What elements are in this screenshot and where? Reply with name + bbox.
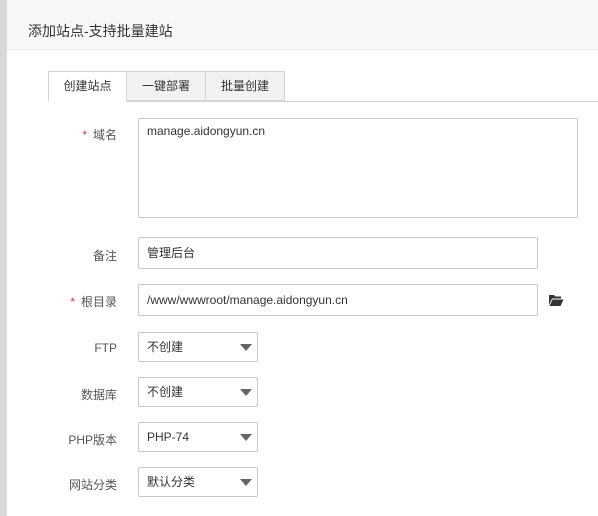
ftp-label: FTP (94, 341, 117, 355)
chevron-down-icon (240, 389, 252, 396)
tab-batch-create[interactable]: 批量创建 (205, 71, 285, 101)
site-category-selected-value: 默认分类 (147, 475, 196, 489)
database-label: 数据库 (80, 388, 117, 402)
root-label: 根目录 (80, 295, 117, 309)
remark-value: 管理后台 (147, 246, 196, 260)
chevron-down-icon (240, 434, 252, 441)
database-select[interactable]: 不创建 (138, 377, 258, 407)
php-version-label: PHP版本 (68, 433, 117, 447)
php-version-select[interactable]: PHP-74 (138, 422, 258, 452)
site-category-label: 网站分类 (68, 478, 117, 492)
ftp-selected-value: 不创建 (147, 340, 184, 354)
dialog-header: 添加站点-支持批量建站 (7, 0, 598, 50)
domain-value: manage.aidongyun.cn (147, 124, 266, 138)
required-mark: * (82, 128, 87, 142)
domain-label-row: * 域名 (7, 126, 117, 143)
database-selected-value: 不创建 (147, 385, 184, 399)
tab-one-click-deploy[interactable]: 一键部署 (126, 71, 206, 101)
php-version-selected-value: PHP-74 (147, 430, 190, 444)
domain-textarea[interactable]: manage.aidongyun.cn (138, 118, 578, 218)
ftp-select[interactable]: 不创建 (138, 332, 258, 362)
remark-label: 备注 (92, 249, 117, 263)
root-dir-value: /www/wwwroot/manage.aidongyun.cn (147, 293, 348, 307)
required-mark: * (70, 295, 75, 309)
add-site-dialog: 添加站点-支持批量建站 创建站点 一键部署 批量创建 * 域名 manage.ai… (7, 0, 598, 516)
site-category-select[interactable]: 默认分类 (138, 467, 258, 497)
chevron-down-icon (240, 344, 252, 351)
chevron-down-icon (240, 479, 252, 486)
background-overlay-strip (0, 0, 7, 516)
tab-create-site[interactable]: 创建站点 (48, 71, 127, 102)
tab-divider (48, 101, 598, 102)
root-dir-input[interactable]: /www/wwwroot/manage.aidongyun.cn (138, 284, 538, 316)
dialog-title: 添加站点-支持批量建站 (28, 23, 173, 39)
domain-label: 域名 (92, 128, 117, 142)
root-label-row: * 根目录 (7, 293, 117, 310)
folder-open-icon[interactable] (548, 293, 564, 307)
remark-input[interactable]: 管理后台 (138, 237, 538, 269)
